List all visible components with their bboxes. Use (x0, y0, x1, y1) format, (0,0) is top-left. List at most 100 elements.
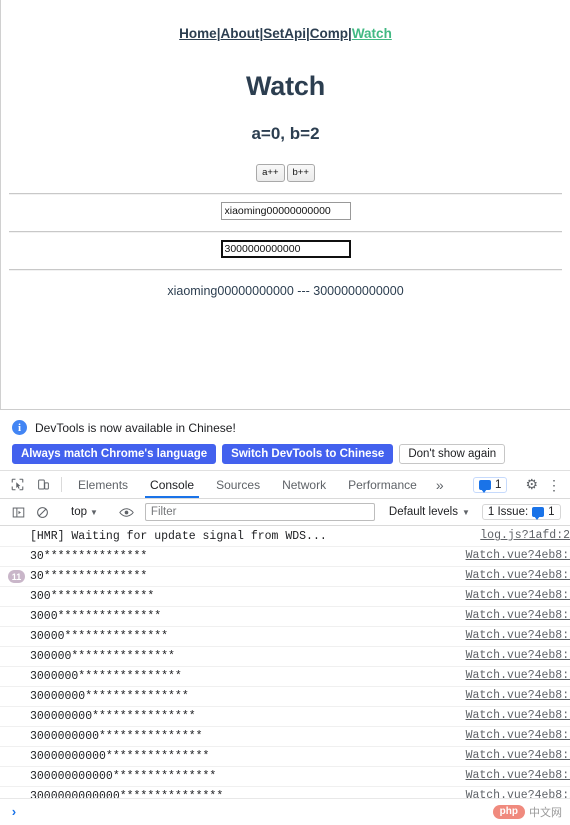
console-log-message: 300000000*************** (30, 710, 196, 723)
prompt-caret-icon: › (10, 804, 18, 820)
number-input[interactable] (220, 240, 351, 258)
message-count-value: 1 (495, 478, 502, 491)
nav-link-setapi[interactable]: SetApi (263, 26, 306, 41)
console-log-source-link[interactable]: Watch.vue?4eb8:2 (466, 589, 570, 602)
first-input-row (1, 201, 570, 220)
console-log-message: 300*************** (30, 590, 155, 603)
console-log-row[interactable]: 300000*************** Watch.vue?4eb8:2 (0, 647, 570, 667)
console-log-source-link[interactable]: Watch.vue?4eb8:2 (466, 569, 570, 582)
console-log-source-link[interactable]: Watch.vue?4eb8:2 (466, 749, 570, 762)
switch-to-chinese-button[interactable]: Switch DevTools to Chinese (222, 444, 394, 464)
console-log-message: 30*************** (30, 570, 148, 583)
console-log-source-link[interactable]: Watch.vue?4eb8:2 (466, 689, 570, 702)
console-sidebar-icon[interactable] (6, 506, 30, 519)
console-log-source-link[interactable]: Watch.vue?4eb8:2 (466, 669, 570, 682)
console-log-source-link[interactable]: Watch.vue?4eb8:2 (466, 549, 570, 562)
divider-2 (9, 231, 562, 233)
console-log-message: 3000000000000*************** (30, 790, 224, 798)
divider-1 (9, 193, 562, 195)
console-log-source-link[interactable]: Watch.vue?4eb8:2 (466, 609, 570, 622)
language-notice-buttons: Always match Chrome's language Switch De… (12, 444, 558, 464)
console-log-source-link[interactable]: log.js?1afd:2 (480, 529, 570, 542)
console-filter-input[interactable] (144, 503, 375, 521)
site-nav: Home|About|SetApi|Comp|Watch (1, 0, 570, 41)
chevron-down-icon-levels: ▼ (461, 507, 470, 517)
console-log-row[interactable]: 3000000000*************** Watch.vue?4eb8:… (0, 727, 570, 747)
console-log-source-link[interactable]: Watch.vue?4eb8:2 (466, 789, 570, 798)
nav-link-about[interactable]: About (220, 26, 259, 41)
watermark: php 中文网 (492, 804, 562, 820)
browser-page: Home|About|SetApi|Comp|Watch Watch a=0, … (0, 0, 570, 409)
kebab-menu-icon[interactable]: ⋮ (545, 478, 566, 492)
console-log-row[interactable]: [HMR] Waiting for update signal from WDS… (0, 527, 570, 547)
console-log-message: 30*************** (30, 550, 148, 563)
divider-3 (9, 269, 562, 271)
console-log-message: 30000000*************** (30, 690, 189, 703)
console-log-row[interactable]: 11 30*************** Watch.vue?4eb8:2 (0, 567, 570, 587)
dont-show-again-button[interactable]: Don't show again (399, 444, 506, 464)
nav-link-comp[interactable]: Comp (310, 26, 348, 41)
info-icon: i (12, 420, 27, 435)
name-input[interactable] (220, 202, 351, 220)
always-match-language-button[interactable]: Always match Chrome's language (12, 444, 217, 464)
counter-button-row: a++ b++ (1, 162, 570, 182)
console-log-source-link[interactable]: Watch.vue?4eb8:2 (466, 709, 570, 722)
console-log-message: 30000*************** (30, 630, 169, 643)
tab-elements[interactable]: Elements (67, 471, 139, 498)
tab-console[interactable]: Console (139, 471, 205, 498)
nav-link-watch[interactable]: Watch (352, 26, 392, 41)
console-log-row[interactable]: 30000*************** Watch.vue?4eb8:2 (0, 627, 570, 647)
language-notice-text: DevTools is now available in Chinese! (35, 420, 236, 435)
second-input-row (1, 239, 570, 258)
more-tabs-icon[interactable]: » (428, 471, 452, 498)
inspect-element-icon[interactable] (4, 471, 30, 498)
device-toolbar-icon[interactable] (30, 471, 56, 498)
chevron-down-icon: ▼ (90, 507, 98, 517)
console-log-source-link[interactable]: Watch.vue?4eb8:2 (466, 649, 570, 662)
language-notice-bar: i DevTools is now available in Chinese! … (0, 410, 570, 471)
devtools-tabbar-right: 1 ⚙ ⋮ (473, 471, 570, 498)
clear-console-icon[interactable] (30, 506, 54, 519)
console-log-source-link[interactable]: Watch.vue?4eb8:2 (466, 769, 570, 782)
devtools-panel: i DevTools is now available in Chinese! … (0, 409, 570, 825)
console-log-list[interactable]: [HMR] Waiting for update signal from WDS… (0, 527, 570, 798)
console-prompt-row[interactable]: › (0, 798, 570, 825)
message-count-badge[interactable]: 1 (473, 476, 508, 493)
console-log-row[interactable]: 300000000*************** Watch.vue?4eb8:2 (0, 707, 570, 727)
issues-label: 1 Issue: (487, 506, 529, 518)
repeat-count-badge: 11 (8, 570, 25, 583)
console-log-row[interactable]: 30*************** Watch.vue?4eb8:2 (0, 547, 570, 567)
execution-context-value: top (71, 506, 87, 518)
tab-performance[interactable]: Performance (337, 471, 428, 498)
console-log-row[interactable]: 300000000000*************** Watch.vue?4eb… (0, 767, 570, 787)
console-log-row[interactable]: 3000000000000*************** Watch.vue?4e… (0, 787, 570, 798)
live-expression-eye-icon[interactable] (115, 506, 139, 519)
console-log-message: 3000000000*************** (30, 730, 203, 743)
console-log-row[interactable]: 3000000*************** Watch.vue?4eb8:2 (0, 667, 570, 687)
language-notice-message-row: i DevTools is now available in Chinese! (12, 420, 558, 435)
console-log-row[interactable]: 30000000000*************** Watch.vue?4eb8… (0, 747, 570, 767)
tabbar-divider (61, 477, 62, 492)
console-log-row[interactable]: 300*************** Watch.vue?4eb8:2 (0, 587, 570, 607)
console-log-message: 300000000000*************** (30, 770, 217, 783)
execution-context-select[interactable]: top ▼ (65, 506, 104, 518)
console-log-source-link[interactable]: Watch.vue?4eb8:2 (466, 629, 570, 642)
console-log-message: [HMR] Waiting for update signal from WDS… (30, 530, 327, 543)
screenshot-root: Home|About|SetApi|Comp|Watch Watch a=0, … (0, 0, 570, 825)
increment-a-button[interactable]: a++ (256, 164, 285, 182)
gear-icon[interactable]: ⚙ (518, 476, 545, 493)
console-log-row[interactable]: 30000000*************** Watch.vue?4eb8:2 (0, 687, 570, 707)
issues-counter[interactable]: 1 Issue: 1 (481, 504, 561, 520)
tab-sources[interactable]: Sources (205, 471, 271, 498)
console-log-row[interactable]: 3000*************** Watch.vue?4eb8:2 (0, 607, 570, 627)
page-title: Watch (246, 71, 325, 101)
increment-b-button[interactable]: b++ (286, 164, 315, 182)
console-log-message: 30000000000*************** (30, 750, 210, 763)
issues-message-icon (532, 507, 545, 520)
issues-count-value: 1 (548, 506, 555, 518)
log-levels-select[interactable]: Default levels ▼ (389, 506, 470, 518)
nav-link-home[interactable]: Home (179, 26, 217, 41)
tab-network[interactable]: Network (271, 471, 337, 498)
log-levels-value: Default levels (388, 506, 458, 518)
console-log-source-link[interactable]: Watch.vue?4eb8:2 (466, 729, 570, 742)
